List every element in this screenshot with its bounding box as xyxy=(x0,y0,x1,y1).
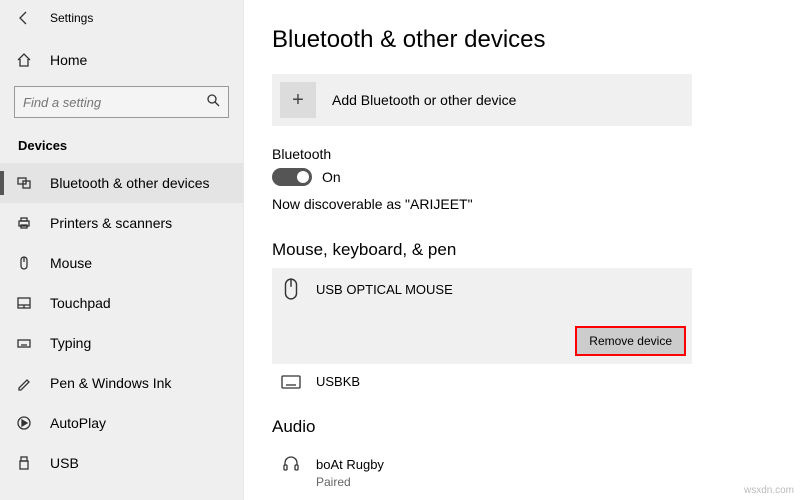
bluetooth-state: On xyxy=(322,169,341,185)
nav-typing[interactable]: Typing xyxy=(0,323,243,363)
mouse-icon xyxy=(14,255,34,271)
nav-item-label: Bluetooth & other devices xyxy=(50,175,210,191)
remove-device-button[interactable]: Remove device xyxy=(577,328,684,354)
bluetooth-label: Bluetooth xyxy=(272,146,772,162)
home-nav[interactable]: Home xyxy=(0,44,243,76)
home-icon xyxy=(14,52,34,68)
audio-device-list: boAt Rugby Paired xyxy=(272,445,692,499)
nav-item-label: USB xyxy=(50,455,79,471)
watermark: wsxdn.com xyxy=(744,485,794,496)
device-name: USB OPTICAL MOUSE xyxy=(316,282,453,297)
device-name: boAt Rugby xyxy=(316,457,384,472)
autoplay-icon xyxy=(14,415,34,431)
nav-list: Bluetooth & other devices Printers & sca… xyxy=(0,163,243,483)
nav-autoplay[interactable]: AutoPlay xyxy=(0,403,243,443)
titlebar: Settings xyxy=(0,0,243,34)
add-device-label: Add Bluetooth or other device xyxy=(332,92,516,108)
plus-icon: + xyxy=(280,82,316,118)
sidebar: Settings Home Devices Bluetooth & other … xyxy=(0,0,244,500)
back-icon[interactable] xyxy=(14,8,34,28)
mouse-device-list: USB OPTICAL MOUSE Remove device USBKB xyxy=(272,268,692,399)
nav-item-label: Mouse xyxy=(50,255,92,271)
touchpad-icon xyxy=(14,295,34,311)
device-boat-rugby[interactable]: boAt Rugby Paired xyxy=(272,445,692,499)
window-title: Settings xyxy=(50,11,93,25)
page-title: Bluetooth & other devices xyxy=(272,26,772,54)
category-header: Devices xyxy=(0,138,243,153)
nav-bluetooth-devices[interactable]: Bluetooth & other devices xyxy=(0,163,243,203)
section-audio: Audio xyxy=(272,417,772,437)
nav-item-label: Touchpad xyxy=(50,295,111,311)
device-usbkb[interactable]: USBKB xyxy=(272,364,692,399)
device-status: Paired xyxy=(316,475,351,489)
headset-icon xyxy=(280,455,302,473)
device-name: USBKB xyxy=(316,374,360,389)
content-pane: Bluetooth & other devices + Add Bluetoot… xyxy=(244,0,800,500)
nav-touchpad[interactable]: Touchpad xyxy=(0,283,243,323)
pen-icon xyxy=(14,375,34,391)
device-usb-optical-mouse[interactable]: USB OPTICAL MOUSE Remove device xyxy=(272,268,692,364)
nav-item-label: Typing xyxy=(50,335,91,351)
printer-icon xyxy=(14,215,34,231)
search-icon xyxy=(205,92,221,113)
home-label: Home xyxy=(50,52,87,68)
nav-pen-ink[interactable]: Pen & Windows Ink xyxy=(0,363,243,403)
nav-item-label: Pen & Windows Ink xyxy=(50,375,171,391)
discoverable-text: Now discoverable as "ARIJEET" xyxy=(272,196,772,212)
devices-icon xyxy=(14,175,34,191)
usb-icon xyxy=(14,455,34,471)
add-device-card[interactable]: + Add Bluetooth or other device xyxy=(272,74,692,126)
nav-mouse[interactable]: Mouse xyxy=(0,243,243,283)
keyboard-icon xyxy=(14,335,34,351)
search-box[interactable] xyxy=(14,86,229,118)
nav-item-label: AutoPlay xyxy=(50,415,106,431)
section-mouse-keyboard-pen: Mouse, keyboard, & pen xyxy=(272,240,772,260)
nav-item-label: Printers & scanners xyxy=(50,215,172,231)
nav-usb[interactable]: USB xyxy=(0,443,243,483)
search-input[interactable] xyxy=(14,86,229,118)
bluetooth-toggle[interactable] xyxy=(272,168,312,186)
nav-printers-scanners[interactable]: Printers & scanners xyxy=(0,203,243,243)
keyboard-icon xyxy=(280,375,302,389)
mouse-icon xyxy=(280,278,302,300)
